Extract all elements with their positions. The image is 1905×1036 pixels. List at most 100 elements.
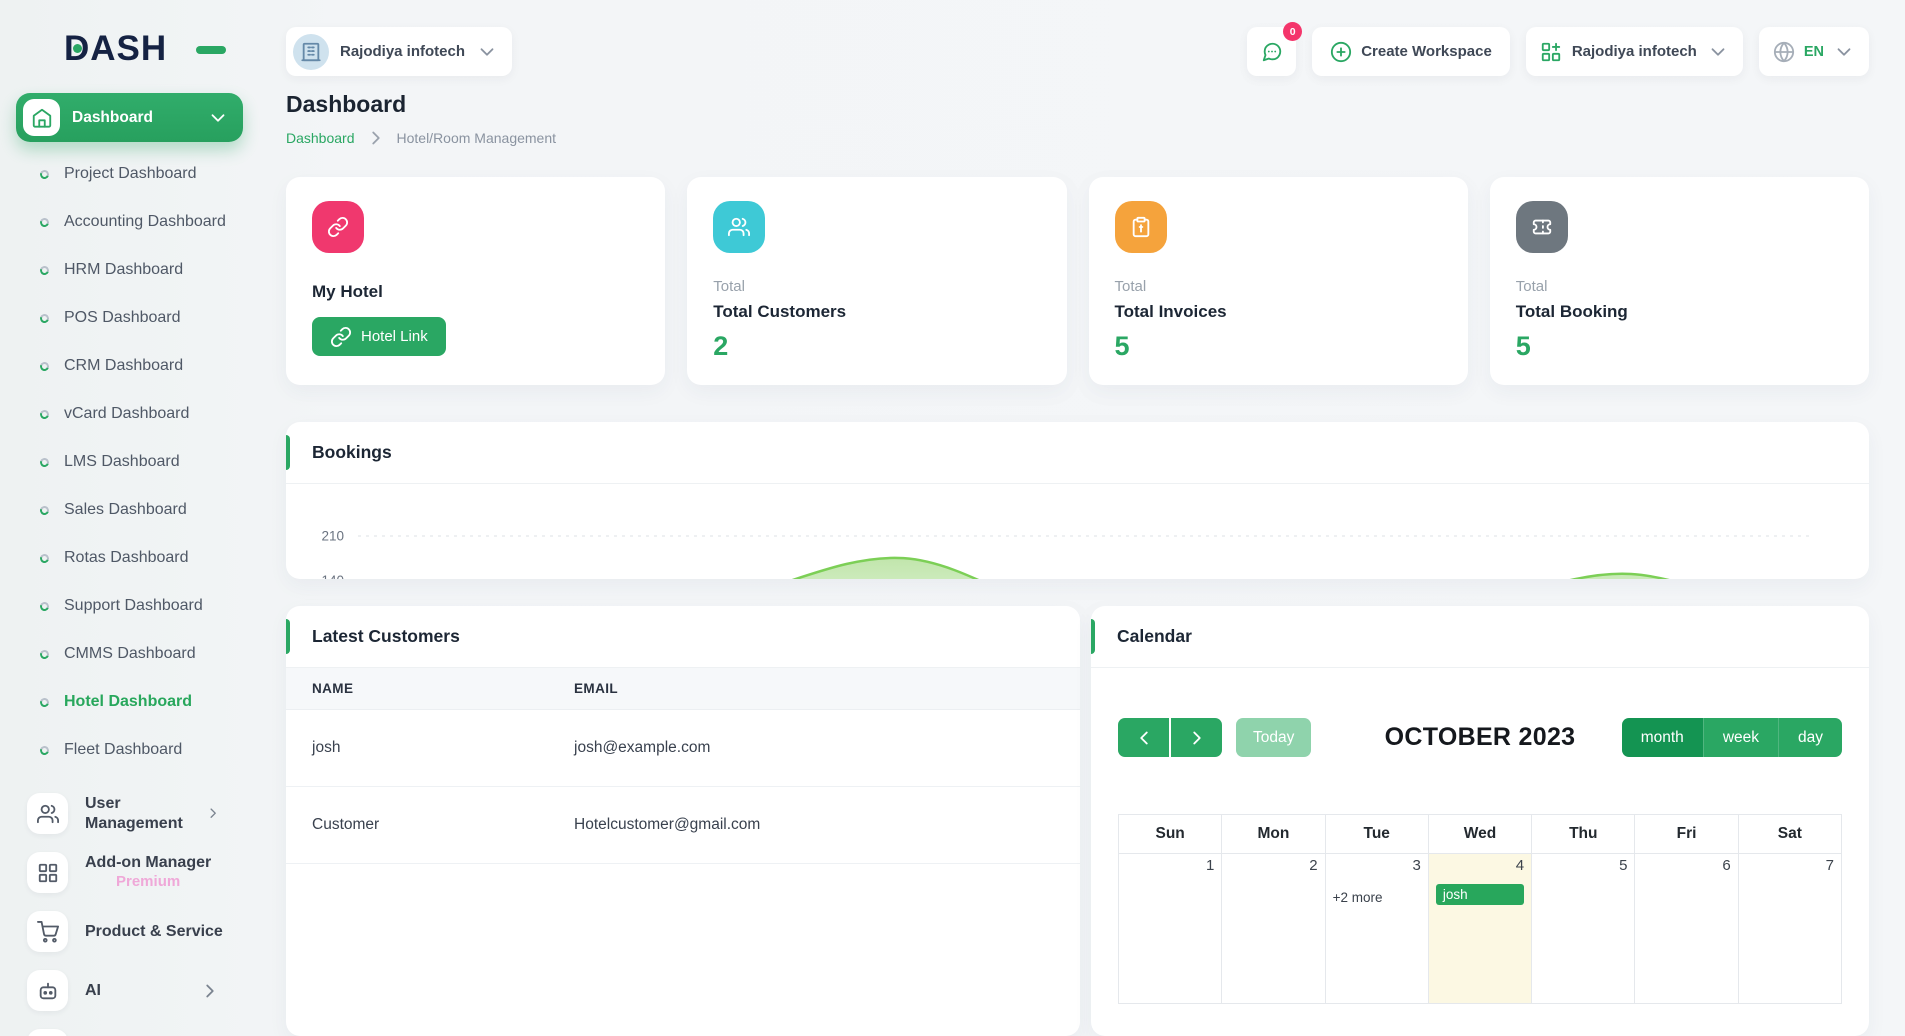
sidebar-item-user-management[interactable]: User Management: [0, 784, 243, 843]
sidebar-item-cmms-dashboard[interactable]: CMMS Dashboard: [0, 630, 243, 678]
calendar-day-cell-1[interactable]: 1: [1119, 854, 1222, 1004]
create-workspace-button[interactable]: Create Workspace: [1312, 27, 1510, 76]
sidebar-item-lms-dashboard[interactable]: LMS Dashboard: [0, 438, 243, 486]
sidebar-item-pos-dashboard[interactable]: POS Dashboard: [0, 294, 243, 342]
bullet-icon: [39, 648, 51, 660]
latest-customers-panel: Latest Customers NAME EMAIL joshjosh@exa…: [286, 606, 1080, 1036]
sidebar-item-crm-dashboard[interactable]: CRM Dashboard: [0, 342, 243, 390]
latest-customers-header: Latest Customers: [286, 606, 1080, 668]
building-icon: [293, 34, 329, 70]
chevron-down-icon: [207, 107, 229, 129]
sidebar-item-vcard-dashboard[interactable]: vCard Dashboard: [0, 390, 243, 438]
calendar-view-week-button[interactable]: week: [1703, 718, 1778, 757]
day-header-wed: Wed: [1429, 815, 1532, 854]
bullet-icon: [39, 216, 51, 228]
column-header-email: EMAIL: [548, 668, 1080, 710]
stat-value: 5: [1115, 331, 1442, 362]
stat-kicker: Total: [1115, 278, 1442, 295]
day-number: 1: [1126, 857, 1214, 874]
calendar-day-cell-7[interactable]: 7: [1739, 854, 1842, 1004]
bookings-header: Bookings: [286, 422, 1869, 484]
document-icon: [27, 1029, 68, 1036]
sidebar-item-sales-dashboard[interactable]: Sales Dashboard: [0, 486, 243, 534]
day-number: 2: [1229, 857, 1317, 874]
link-icon: [330, 326, 352, 348]
panel-accent-bar: [286, 619, 290, 654]
premium-badge: Premium: [116, 873, 180, 892]
language-code: EN: [1804, 44, 1824, 60]
sidebar-item-proposal[interactable]: Proposal: [0, 1020, 243, 1036]
stat-title: Total Invoices: [1115, 302, 1442, 322]
account-label: Rajodiya infotech: [1572, 43, 1697, 60]
calendar-day-cell-6[interactable]: 6: [1635, 854, 1738, 1004]
calendar-today-button[interactable]: Today: [1236, 718, 1311, 757]
bullet-icon: [39, 168, 51, 180]
sidebar-item-hrm-dashboard[interactable]: HRM Dashboard: [0, 246, 243, 294]
bullet-icon: [39, 408, 51, 420]
more-events-link[interactable]: +2 more: [1333, 890, 1383, 905]
day-number: 3: [1333, 857, 1421, 874]
day-number: 7: [1746, 857, 1834, 874]
workspace-selector[interactable]: Rajodiya infotech: [286, 27, 512, 76]
calendar-view-month-button[interactable]: month: [1622, 718, 1703, 757]
cart-icon: [27, 911, 68, 952]
day-number: 4: [1436, 857, 1524, 874]
day-header-mon: Mon: [1222, 815, 1325, 854]
sidebar-item-rotas-dashboard[interactable]: Rotas Dashboard: [0, 534, 243, 582]
page-title: Dashboard: [286, 91, 1869, 118]
calendar-day-cell-5[interactable]: 5: [1532, 854, 1635, 1004]
bullet-icon: [39, 312, 51, 324]
calendar-day-cell-2[interactable]: 2: [1222, 854, 1325, 1004]
customers-icon: [713, 201, 765, 253]
column-header-name: NAME: [286, 668, 548, 710]
account-selector[interactable]: Rajodiya infotech: [1526, 27, 1743, 76]
sidebar-item-project-dashboard[interactable]: Project Dashboard: [0, 150, 243, 198]
stat-title: Total Booking: [1516, 302, 1843, 322]
calendar-day-cell-4[interactable]: 4 josh: [1429, 854, 1532, 1004]
dash-logo[interactable]: DASH: [64, 29, 214, 69]
stat-kicker: Total: [1516, 278, 1843, 295]
sidebar-item-ai[interactable]: AI: [0, 961, 243, 1020]
chevron-right-icon: [205, 805, 221, 821]
language-selector[interactable]: EN: [1759, 27, 1869, 76]
chevron-down-icon: [476, 41, 498, 63]
bookings-panel: Bookings 07014021004-Oct03-Oct02-Oct01-O…: [286, 422, 1869, 579]
day-header-fri: Fri: [1635, 815, 1738, 854]
bullet-icon: [39, 600, 51, 612]
chevron-left-icon: [1133, 727, 1155, 749]
sidebar-item-add-on-manager[interactable]: Add-on ManagerPremium: [0, 843, 243, 902]
day-number: 5: [1539, 857, 1627, 874]
messenger-button[interactable]: 0: [1247, 27, 1296, 76]
calendar-next-button[interactable]: [1171, 718, 1222, 757]
chat-icon: [1261, 41, 1283, 63]
invoice-icon: [1115, 201, 1167, 253]
day-header-thu: Thu: [1532, 815, 1635, 854]
day-header-sun: Sun: [1119, 815, 1222, 854]
calendar-day-cell-3[interactable]: 3 +2 more: [1326, 854, 1429, 1004]
sidebar-item-support-dashboard[interactable]: Support Dashboard: [0, 582, 243, 630]
svg-text:140: 140: [321, 573, 344, 579]
calendar-event[interactable]: josh: [1436, 884, 1524, 905]
calendar-view-day-button[interactable]: day: [1778, 718, 1842, 757]
sidebar-item-product-service[interactable]: Product & Service: [0, 902, 243, 961]
stat-value: 2: [713, 331, 1040, 362]
chevron-right-icon: [199, 980, 221, 1002]
breadcrumb-dashboard-link[interactable]: Dashboard: [286, 130, 355, 146]
chevron-down-icon: [1833, 41, 1855, 63]
plus-circle-icon: [1330, 41, 1352, 63]
sidebar-item-fleet-dashboard[interactable]: Fleet Dashboard: [0, 726, 243, 774]
sidebar-item-dashboard-active[interactable]: Dashboard: [16, 93, 243, 142]
panel-accent-bar: [286, 435, 290, 470]
breadcrumb-current: Hotel/Room Management: [397, 130, 557, 146]
bullet-icon: [39, 696, 51, 708]
bullet-icon: [39, 360, 51, 372]
calendar-prev-button[interactable]: [1118, 718, 1169, 757]
sidebar-item-hotel-dashboard[interactable]: Hotel Dashboard: [0, 678, 243, 726]
my-hotel-card: My Hotel Hotel Link: [286, 177, 665, 385]
sidebar-item-accounting-dashboard[interactable]: Accounting Dashboard: [0, 198, 243, 246]
customer-row: joshjosh@example.com: [286, 710, 1080, 787]
hotel-link-button[interactable]: Hotel Link: [312, 317, 446, 356]
stat-cards-row: My Hotel Hotel Link TotalTotal Customers…: [286, 177, 1869, 385]
chevron-right-icon: [365, 127, 387, 149]
svg-text:210: 210: [321, 529, 344, 544]
